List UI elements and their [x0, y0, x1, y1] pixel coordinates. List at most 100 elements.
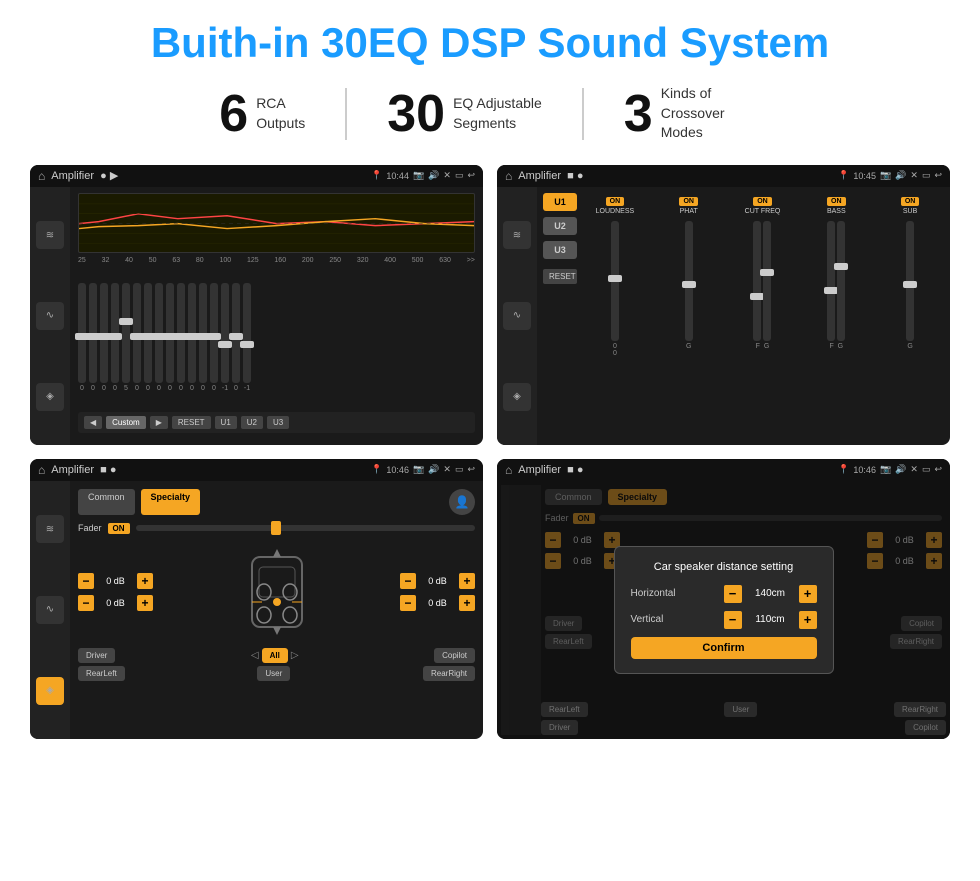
left-bot-minus[interactable]: −	[78, 595, 94, 611]
left-top-val: 0 dB	[98, 576, 133, 586]
eq-custom-btn[interactable]: Custom	[106, 416, 146, 429]
right-top-minus[interactable]: −	[400, 573, 416, 589]
driver-btn[interactable]: Driver	[78, 648, 115, 663]
screen3-bottom-btns-2: RearLeft User RearRight	[78, 666, 475, 681]
tab-common[interactable]: Common	[78, 489, 135, 515]
stats-row: 6 RCAOutputs 30 EQ AdjustableSegments 3 …	[30, 84, 950, 143]
volume-icon-1: 🔊	[428, 170, 439, 181]
rearright-btn[interactable]: RearRight	[423, 666, 475, 681]
eq-u3-btn[interactable]: U3	[267, 416, 289, 429]
eq-u2-btn[interactable]: U2	[241, 416, 263, 429]
eq-play-btn[interactable]: ▶	[150, 416, 168, 429]
right-bot-minus[interactable]: −	[400, 595, 416, 611]
sub-on[interactable]: ON	[901, 197, 920, 206]
screen3-wave-btn[interactable]: ∿	[36, 596, 64, 624]
screen4-rearright-btn[interactable]: RearRight	[894, 702, 946, 717]
close-icon-3: ✕	[443, 464, 451, 475]
back-icon-1: ↩	[467, 170, 475, 181]
phat-on[interactable]: ON	[679, 197, 698, 206]
cutfreq-control: ON CUT FREQ F G	[729, 197, 797, 350]
screen3-eq-btn[interactable]: ≋	[36, 515, 64, 543]
screen4-bottom-row: Driver Copilot	[541, 720, 946, 735]
left-bot-val: 0 dB	[98, 598, 133, 608]
fader-handle[interactable]	[271, 521, 281, 535]
rearleft-btn[interactable]: RearLeft	[78, 666, 125, 681]
window-icon-4: ▭	[922, 464, 931, 475]
left-bot-plus[interactable]: +	[137, 595, 153, 611]
screen4-copilot-btn[interactable]: Copilot	[905, 720, 946, 735]
right-top-plus[interactable]: +	[459, 573, 475, 589]
freq-125: 125	[247, 257, 259, 264]
copilot-btn[interactable]: Copilot	[434, 648, 475, 663]
eq-icon-btn[interactable]: ≋	[36, 221, 64, 249]
screen2-wave-btn[interactable]: ∿	[503, 302, 531, 330]
fader-track[interactable]	[136, 525, 475, 531]
profile-btn[interactable]: 👤	[449, 489, 475, 515]
bass-on[interactable]: ON	[827, 197, 846, 206]
screen4-rearleft-btn[interactable]: RearLeft	[541, 702, 588, 717]
freq-160: 160	[274, 257, 286, 264]
eq-slider-2: 0	[100, 283, 108, 392]
screen4-bottom-row-2: RearLeft User RearRight	[541, 702, 946, 717]
tab-specialty[interactable]: Specialty	[141, 489, 201, 515]
screen3-card: ⌂ Amplifier ■ ● 📍 10:46 📷 🔊 ✕ ▭ ↩ ≋ ∿ ◈	[30, 459, 483, 739]
stat-item-rca: 6 RCAOutputs	[179, 88, 347, 140]
eq-slider-15: -1	[243, 283, 251, 392]
stat-label-rca: RCAOutputs	[256, 94, 305, 133]
screen3-title: Amplifier ■ ●	[51, 464, 365, 476]
horizontal-plus[interactable]: +	[799, 585, 817, 603]
eq-u1-btn[interactable]: U1	[215, 416, 237, 429]
user-btn[interactable]: User	[257, 666, 290, 681]
vertical-minus[interactable]: −	[724, 611, 742, 629]
screen2-vol-btn[interactable]: ◈	[503, 383, 531, 411]
left-db-row-1: − 0 dB +	[78, 573, 153, 589]
bass-label: BASS	[827, 208, 846, 215]
screen2-eq-btn[interactable]: ≋	[503, 221, 531, 249]
left-top-minus[interactable]: −	[78, 573, 94, 589]
preset-u3[interactable]: U3	[543, 241, 577, 259]
horizontal-minus[interactable]: −	[724, 585, 742, 603]
vertical-plus[interactable]: +	[799, 611, 817, 629]
location-icon-2: 📍	[838, 170, 849, 181]
horizontal-label: Horizontal	[631, 588, 718, 599]
location-icon-3: 📍	[371, 464, 382, 475]
right-db-row-1: − 0 dB +	[400, 573, 475, 589]
wave-icon-btn[interactable]: ∿	[36, 302, 64, 330]
cutfreq-on[interactable]: ON	[753, 197, 772, 206]
eq-reset-btn[interactable]: RESET	[172, 416, 211, 429]
eq-slider-10: 0	[188, 283, 196, 392]
eq-graph	[78, 193, 475, 253]
phat-label: PHAT	[680, 208, 698, 215]
screen1-status-bar: ⌂ Amplifier ● ▶ 📍 10:44 📷 🔊 ✕ ▭ ↩	[30, 165, 483, 187]
right-bot-plus[interactable]: +	[459, 595, 475, 611]
distance-dialog: Car speaker distance setting Horizontal …	[614, 546, 834, 674]
screen2-reset[interactable]: RESET	[543, 269, 577, 284]
screen2-status-icons: 📍 10:45 📷 🔊 ✕ ▭ ↩	[838, 170, 942, 181]
screen2-side-panel: ≋ ∿ ◈	[497, 187, 537, 445]
fader-on-badge[interactable]: ON	[108, 523, 130, 534]
camera-icon-2: 📷	[880, 170, 891, 181]
screen1-status-icons: 📍 10:44 📷 🔊 ✕ ▭ ↩	[371, 170, 475, 181]
preset-u2[interactable]: U2	[543, 217, 577, 235]
eq-prev-btn[interactable]: ◀	[84, 416, 102, 429]
eq-bottom-bar: ◀ Custom ▶ RESET U1 U2 U3	[78, 412, 475, 433]
freq-630: 630	[439, 257, 451, 264]
home-icon-4: ⌂	[505, 463, 512, 477]
screen3-vol-btn[interactable]: ◈	[36, 677, 64, 705]
freq-32: 32	[102, 257, 110, 264]
volume-icon-2: 🔊	[895, 170, 906, 181]
screen4-driver-btn[interactable]: Driver	[541, 720, 578, 735]
close-icon-2: ✕	[910, 170, 918, 181]
speaker-icon-btn[interactable]: ◈	[36, 383, 64, 411]
location-icon-4: 📍	[838, 464, 849, 475]
loudness-on[interactable]: ON	[606, 197, 625, 206]
preset-u1[interactable]: U1	[543, 193, 577, 211]
screen4-user-btn[interactable]: User	[724, 702, 757, 717]
screen4-status-bar: ⌂ Amplifier ■ ● 📍 10:46 📷 🔊 ✕ ▭ ↩	[497, 459, 950, 481]
vertical-row: Vertical − 110cm +	[631, 611, 817, 629]
vertical-label: Vertical	[631, 614, 718, 625]
all-btn[interactable]: All	[262, 648, 288, 663]
back-icon-3: ↩	[467, 464, 475, 475]
left-top-plus[interactable]: +	[137, 573, 153, 589]
confirm-button[interactable]: Confirm	[631, 637, 817, 659]
